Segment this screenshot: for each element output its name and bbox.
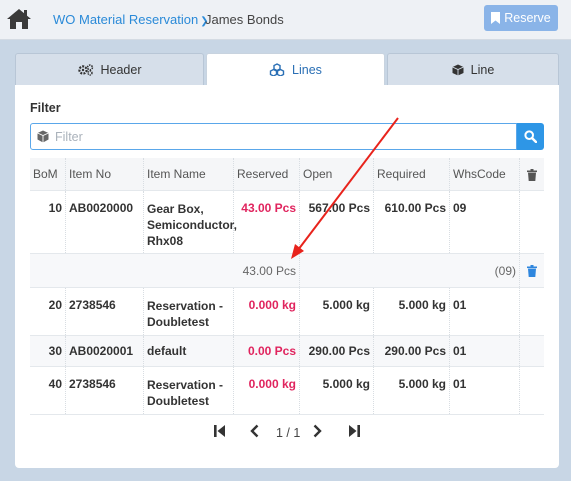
cube-icon bbox=[451, 56, 464, 88]
cubes-icon bbox=[269, 56, 285, 88]
cell-item-no: 2738546 bbox=[66, 288, 144, 335]
cell-item-no: 2738546 bbox=[66, 367, 144, 414]
cell-item-no: AB0020001 bbox=[66, 336, 144, 366]
cell-bom: 30 bbox=[30, 336, 66, 366]
top-bar: WO Material Reservation ❯ James Bonds Res… bbox=[0, 0, 571, 40]
app-title-dropdown[interactable]: WO Material Reservation ❯ bbox=[53, 12, 209, 27]
last-page-icon[interactable] bbox=[348, 424, 360, 441]
filter-label: Filter bbox=[30, 101, 61, 115]
tab-lines[interactable]: Lines bbox=[206, 53, 385, 86]
reserve-button[interactable]: Reserve bbox=[484, 5, 558, 31]
cell-whscode: 09 bbox=[450, 191, 520, 253]
tab-header-label: Header bbox=[100, 63, 142, 77]
subrow-whscode: (09) bbox=[460, 254, 520, 287]
home-icon[interactable] bbox=[6, 7, 32, 31]
cell-item-name: default bbox=[144, 336, 234, 366]
col-header-item-name[interactable]: Item Name bbox=[144, 158, 234, 190]
cell-whscode: 01 bbox=[450, 336, 520, 366]
col-header-open[interactable]: Open bbox=[300, 158, 374, 190]
search-button[interactable] bbox=[517, 123, 544, 150]
cell-item-name: Reservation - Doubletest bbox=[144, 367, 234, 414]
cell-open: 5.000 kg bbox=[300, 367, 374, 414]
cell-required: 290.00 Pcs bbox=[374, 336, 450, 366]
cell-reserved: 43.00 Pcs bbox=[234, 191, 300, 253]
cell-item-name: Reservation - Doubletest bbox=[144, 288, 234, 335]
cell-item-no: AB0020000 bbox=[66, 191, 144, 253]
filter-input[interactable] bbox=[55, 128, 510, 146]
cell-bom: 20 bbox=[30, 288, 66, 335]
cell-whscode: 01 bbox=[450, 367, 520, 414]
tab-line-label: Line bbox=[470, 63, 495, 77]
cell-reserved: 0.00 Pcs bbox=[234, 336, 300, 366]
user-name: James Bonds bbox=[205, 12, 284, 27]
cell-required: 5.000 kg bbox=[374, 367, 450, 414]
cell-required: 5.000 kg bbox=[374, 288, 450, 335]
subrow-spacer bbox=[300, 254, 460, 287]
pagination: 1 / 1 bbox=[15, 422, 559, 442]
bookmark-icon bbox=[491, 12, 501, 24]
cube-icon bbox=[37, 130, 49, 146]
reservation-subrow[interactable]: 43.00 Pcs (09) bbox=[30, 254, 544, 288]
trash-icon[interactable] bbox=[527, 169, 537, 184]
tab-bar: Header Lines Line bbox=[15, 53, 559, 86]
table-row[interactable]: 20 2738546 Reservation - Doubletest 0.00… bbox=[30, 288, 544, 336]
first-page-icon[interactable] bbox=[214, 424, 226, 441]
trash-icon[interactable] bbox=[527, 265, 537, 280]
subrow-spacer bbox=[30, 254, 234, 287]
next-page-icon[interactable] bbox=[313, 424, 322, 441]
lines-panel: Filter BoM Item No Item Name Reserved Op… bbox=[15, 85, 559, 468]
cell-open: 567.00 Pcs bbox=[300, 191, 374, 253]
tab-header[interactable]: Header bbox=[15, 53, 204, 85]
gears-icon bbox=[77, 56, 94, 88]
subrow-reserved: 43.00 Pcs bbox=[234, 254, 300, 287]
cell-whscode: 01 bbox=[450, 288, 520, 335]
table-header: BoM Item No Item Name Reserved Open Requ… bbox=[30, 158, 544, 191]
prev-page-icon[interactable] bbox=[250, 424, 259, 441]
table-row[interactable]: 10 AB0020000 Gear Box, Semiconductor, Rh… bbox=[30, 191, 544, 254]
app-title: WO Material Reservation bbox=[53, 12, 199, 27]
cell-bom: 40 bbox=[30, 367, 66, 414]
cell-open: 5.000 kg bbox=[300, 288, 374, 335]
col-header-item-no[interactable]: Item No bbox=[66, 158, 144, 190]
table-row[interactable]: 30 AB0020001 default 0.00 Pcs 290.00 Pcs… bbox=[30, 336, 544, 367]
tab-line[interactable]: Line bbox=[387, 53, 559, 85]
col-header-bom[interactable]: BoM bbox=[30, 158, 66, 190]
col-header-whscode[interactable]: WhsCode bbox=[450, 158, 520, 190]
cell-required: 610.00 Pcs bbox=[374, 191, 450, 253]
reserve-button-label: Reserve bbox=[504, 11, 551, 25]
page-indicator: 1 / 1 bbox=[276, 426, 301, 440]
search-icon bbox=[524, 130, 537, 143]
col-header-required[interactable]: Required bbox=[374, 158, 450, 190]
col-header-reserved[interactable]: Reserved bbox=[234, 158, 300, 190]
cell-reserved: 0.000 kg bbox=[234, 288, 300, 335]
tab-lines-label: Lines bbox=[292, 63, 322, 77]
cell-bom: 10 bbox=[30, 191, 66, 253]
filter-field[interactable] bbox=[30, 123, 517, 150]
cell-item-name: Gear Box, Semiconductor, Rhx08 bbox=[144, 191, 237, 253]
cell-reserved: 0.000 kg bbox=[234, 367, 300, 414]
table-row[interactable]: 40 2738546 Reservation - Doubletest 0.00… bbox=[30, 367, 544, 415]
cell-open: 290.00 Pcs bbox=[300, 336, 374, 366]
